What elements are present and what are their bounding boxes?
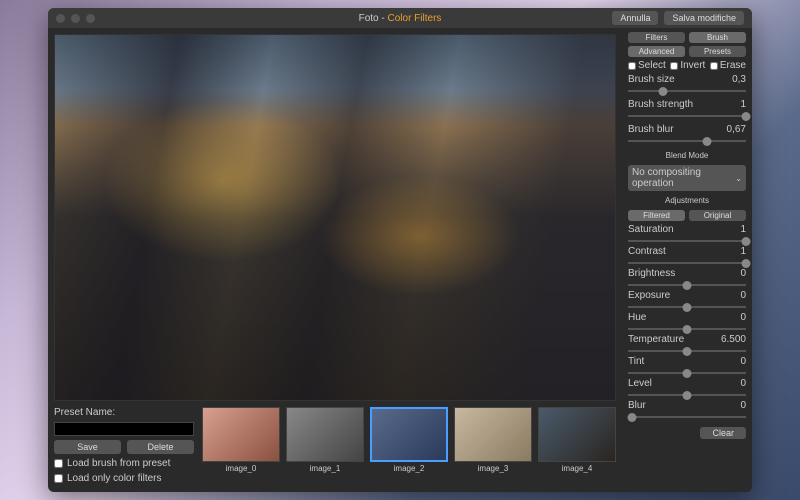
load-color-checkbox[interactable]: Load only color filters — [54, 473, 194, 484]
preset-save-button[interactable]: Save — [54, 440, 121, 454]
thumbnail-2[interactable]: image_2 — [370, 407, 448, 486]
adj-1-label: Contrast — [628, 246, 666, 257]
close-icon[interactable] — [56, 14, 65, 23]
preset-name-label: Preset Name: — [54, 407, 194, 418]
thumbnail-3[interactable]: image_3 — [454, 407, 532, 486]
brush-size-slider[interactable] — [628, 86, 746, 96]
brush-strength-value: 1 — [740, 99, 746, 110]
select-checkbox[interactable]: Select — [628, 60, 666, 71]
brush-size-label: Brush size — [628, 74, 675, 85]
original-button[interactable]: Original — [689, 210, 746, 221]
brush-blur-slider[interactable] — [628, 136, 746, 146]
window-title: Foto - Color Filters — [359, 13, 442, 24]
adj-6-label: Tint — [628, 356, 644, 367]
tab-advanced[interactable]: Advanced — [628, 46, 685, 57]
adj-2-label: Brightness — [628, 268, 675, 279]
adj-3-slider[interactable] — [628, 302, 746, 312]
load-brush-checkbox[interactable]: Load brush from preset — [54, 458, 194, 469]
undo-button[interactable]: Annulla — [612, 11, 658, 25]
preset-delete-button[interactable]: Delete — [127, 440, 194, 454]
save-changes-button[interactable]: Salva modifiche — [664, 11, 744, 25]
adj-1-value: 1 — [740, 246, 746, 257]
thumbnail-4[interactable]: image_4 — [538, 407, 616, 486]
adjustments-header: Adjustments — [628, 196, 746, 205]
right-panel: Filters Brush Advanced Presets Select In… — [622, 28, 752, 492]
app-window: Foto - Color Filters Annulla Salva modif… — [48, 8, 752, 492]
invert-checkbox[interactable]: Invert — [670, 60, 705, 71]
brush-blur-value: 0,67 — [727, 124, 746, 135]
adj-8-value: 0 — [740, 400, 746, 411]
brush-strength-label: Brush strength — [628, 99, 693, 110]
brush-size-value: 0,3 — [732, 74, 746, 85]
adj-4-slider[interactable] — [628, 324, 746, 334]
adj-0-value: 1 — [740, 224, 746, 235]
clear-button[interactable]: Clear — [700, 427, 746, 439]
brush-blur-label: Brush blur — [628, 124, 674, 135]
adj-3-value: 0 — [740, 290, 746, 301]
tab-presets[interactable]: Presets — [689, 46, 746, 57]
adj-4-value: 0 — [740, 312, 746, 323]
adj-7-value: 0 — [740, 378, 746, 389]
adj-5-value: 6.500 — [721, 334, 746, 345]
zoom-icon[interactable] — [86, 14, 95, 23]
adj-2-value: 0 — [740, 268, 746, 279]
traffic-lights — [56, 14, 95, 23]
thumbnail-0[interactable]: image_0 — [202, 407, 280, 486]
adj-6-slider[interactable] — [628, 368, 746, 378]
adj-7-slider[interactable] — [628, 390, 746, 400]
tab-brush[interactable]: Brush — [689, 32, 746, 43]
adj-1-slider[interactable] — [628, 258, 746, 268]
adj-5-slider[interactable] — [628, 346, 746, 356]
adj-3-label: Exposure — [628, 290, 670, 301]
titlebar: Foto - Color Filters Annulla Salva modif… — [48, 8, 752, 28]
adj-5-label: Temperature — [628, 334, 684, 345]
preset-panel: Preset Name: Save Delete Load brush from… — [54, 407, 194, 486]
adj-0-slider[interactable] — [628, 236, 746, 246]
filtered-button[interactable]: Filtered — [628, 210, 685, 221]
image-canvas[interactable] — [54, 34, 616, 401]
blend-mode-select[interactable]: No compositing operation — [628, 165, 746, 191]
brush-strength-slider[interactable] — [628, 111, 746, 121]
adj-4-label: Hue — [628, 312, 646, 323]
thumbnail-1[interactable]: image_1 — [286, 407, 364, 486]
adj-8-slider[interactable] — [628, 412, 746, 422]
left-pane: Preset Name: Save Delete Load brush from… — [48, 28, 622, 492]
thumbnail-strip: image_0 image_1 image_2 image_3 image_4 — [202, 407, 616, 486]
adj-0-label: Saturation — [628, 224, 674, 235]
adj-8-label: Blur — [628, 400, 646, 411]
erase-checkbox[interactable]: Erase — [710, 60, 746, 71]
blend-mode-header: Blend Mode — [628, 151, 746, 160]
minimize-icon[interactable] — [71, 14, 80, 23]
adj-2-slider[interactable] — [628, 280, 746, 290]
adj-7-label: Level — [628, 378, 652, 389]
preset-name-input[interactable] — [54, 422, 194, 436]
adj-6-value: 0 — [740, 356, 746, 367]
tab-filters[interactable]: Filters — [628, 32, 685, 43]
